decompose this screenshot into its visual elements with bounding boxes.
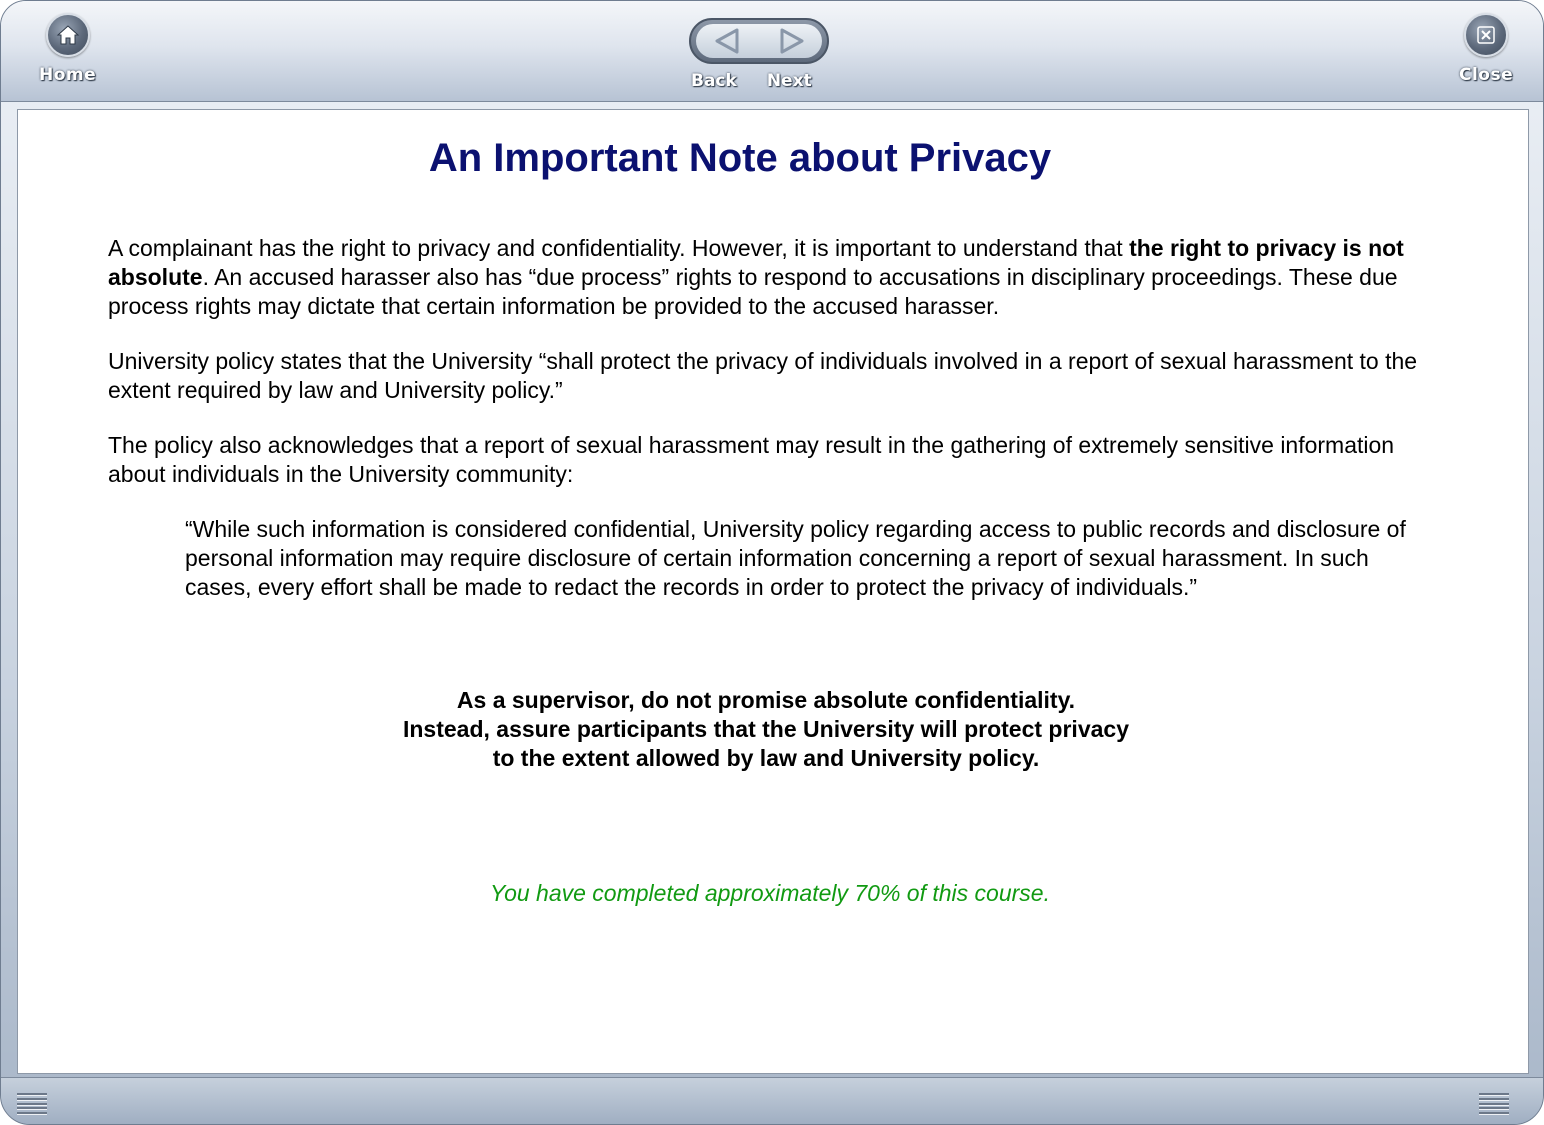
close-icon	[1464, 13, 1509, 57]
back-label[interactable]: Back	[691, 71, 737, 91]
paragraph-1-start: A complainant has the right to privacy a…	[108, 235, 1130, 261]
close-button[interactable]: Close	[1459, 13, 1513, 85]
bottom-bar	[1, 1077, 1543, 1124]
toolbar: Home Back Next Close	[1, 1, 1543, 102]
course-window: Home Back Next Close An Important Note a…	[0, 0, 1544, 1125]
close-label: Close	[1459, 65, 1514, 85]
right-arrow-icon	[780, 28, 803, 54]
paragraph-1-end: . An accused harasser also has “due proc…	[108, 264, 1398, 319]
paragraph-2: University policy states that the Univer…	[108, 348, 1418, 403]
nav-inner	[696, 24, 822, 58]
policy-quote: “While such information is considered co…	[185, 516, 1406, 600]
supervisor-note-line-3: to the extent allowed by law and Univers…	[492, 745, 1040, 771]
nav-labels: Back Next	[691, 71, 841, 91]
page-title: An Important Note about Privacy	[428, 136, 1052, 180]
home-icon	[45, 13, 90, 57]
supervisor-note-line-1: As a supervisor, do not promise absolute…	[456, 687, 1076, 713]
home-label: Home	[39, 65, 97, 85]
paragraph-1: A complainant has the right to privacy a…	[108, 234, 1438, 321]
home-button[interactable]: Home	[39, 13, 96, 85]
nav-control	[689, 18, 829, 64]
resize-grip-icon[interactable]	[17, 1093, 47, 1115]
body-text: A complainant has the right to privacy a…	[108, 234, 1438, 628]
next-label[interactable]: Next	[767, 71, 812, 91]
next-button[interactable]	[771, 26, 811, 56]
content-pane: An Important Note about Privacy A compla…	[17, 109, 1529, 1074]
supervisor-note: As a supervisor, do not promise absolute…	[18, 686, 1514, 773]
paragraph-3: The policy also acknowledges that a repo…	[108, 432, 1395, 487]
left-arrow-icon	[715, 28, 738, 54]
supervisor-note-line-2: Instead, assure participants that the Un…	[402, 716, 1129, 742]
progress-text: You have completed approximately 70% of …	[490, 880, 1050, 906]
resize-grip-icon[interactable]	[1479, 1093, 1509, 1115]
back-button[interactable]	[708, 26, 748, 56]
